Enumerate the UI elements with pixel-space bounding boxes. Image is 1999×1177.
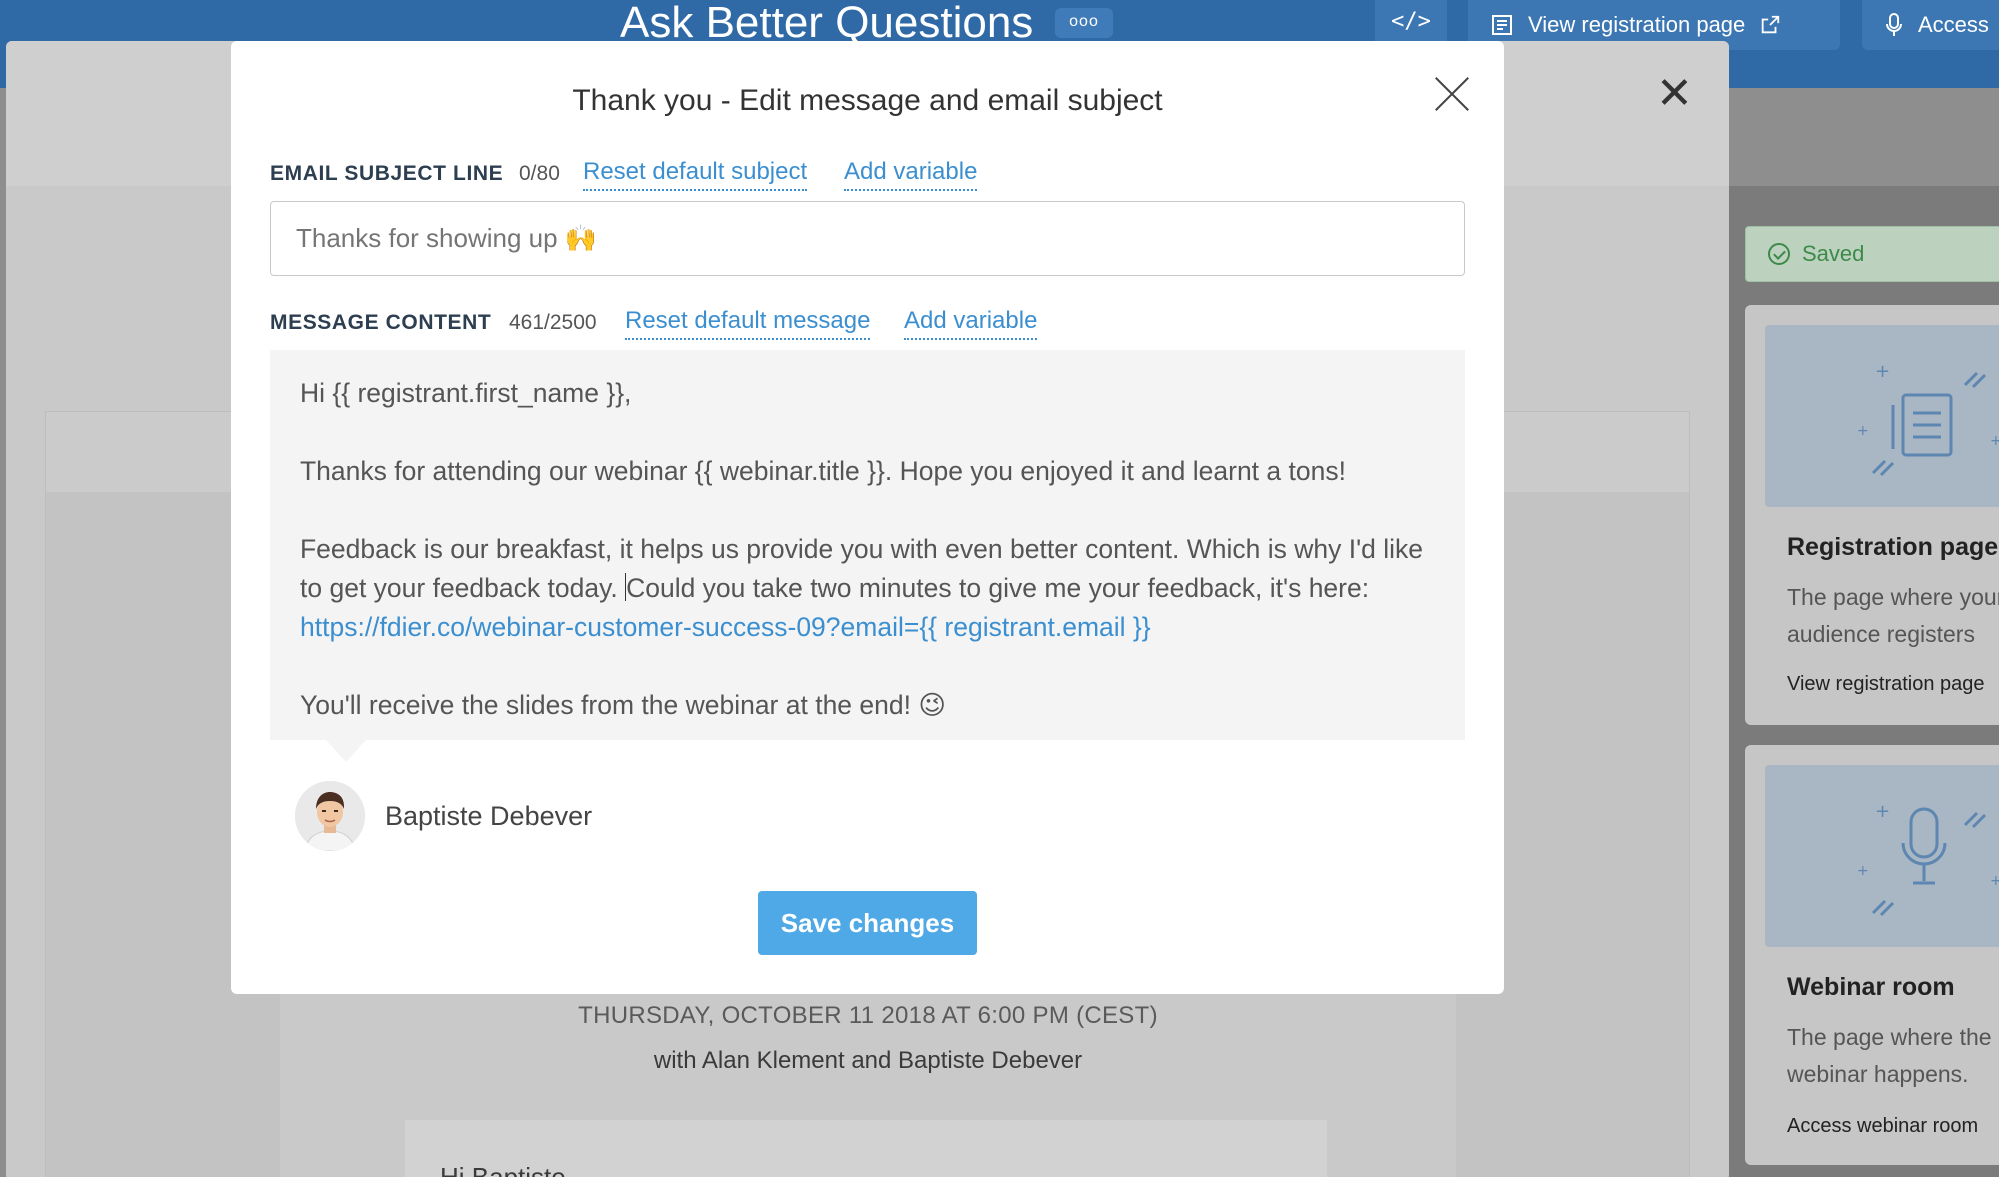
message-counter: 461/2500 bbox=[509, 311, 597, 334]
access-label: Access bbox=[1918, 12, 1989, 37]
more-options-button[interactable]: ooo bbox=[1055, 8, 1113, 38]
access-room-button[interactable]: Access bbox=[1862, 0, 1999, 50]
svg-text:+: + bbox=[1875, 361, 1890, 382]
registration-card-link[interactable]: View registration page bbox=[1787, 673, 1985, 696]
reset-message-link[interactable]: Reset default message bbox=[625, 307, 871, 340]
preview-greeting: Hi Baptiste bbox=[440, 1162, 566, 1177]
subject-label: EMAIL SUBJECT LINE bbox=[270, 162, 504, 185]
avatar bbox=[295, 781, 365, 851]
registration-card-description: The page where your audience registers bbox=[1787, 584, 1999, 647]
page-icon bbox=[1492, 15, 1512, 35]
notepad-icon: + + + bbox=[1857, 361, 1999, 477]
webinar-room-card-title: Webinar room bbox=[1787, 973, 1955, 1001]
svg-text:+: + bbox=[1857, 423, 1869, 439]
author-name: Baptiste Debever bbox=[385, 801, 593, 831]
svg-text:+: + bbox=[1990, 873, 1999, 889]
reset-subject-link[interactable]: Reset default subject bbox=[583, 158, 808, 191]
event-date: THURSDAY, OCTOBER 11 2018 AT 6:00 PM (CE… bbox=[578, 1002, 1158, 1029]
outer-close-icon[interactable]: ✕ bbox=[1656, 72, 1693, 116]
registration-page-card[interactable]: + + + Registration page The page where y… bbox=[1745, 305, 1999, 725]
message-line-slides: You'll receive the slides from the webin… bbox=[300, 690, 946, 720]
event-hosts: with Alan Klement and Baptiste Debever bbox=[653, 1047, 1083, 1074]
speech-bubble-tail bbox=[326, 740, 366, 762]
registration-illustration: + + + bbox=[1765, 325, 1999, 507]
webinar-room-illustration: + + + bbox=[1765, 765, 1999, 947]
saved-label: Saved bbox=[1802, 241, 1865, 266]
subject-add-variable-link[interactable]: Add variable bbox=[844, 158, 978, 191]
person-avatar-icon bbox=[295, 781, 365, 851]
microphone-icon bbox=[1886, 13, 1902, 36]
svg-text:+: + bbox=[1875, 801, 1890, 822]
message-editor[interactable]: Hi {{ registrant.first_name }}, Thanks f… bbox=[270, 350, 1465, 740]
webinar-room-card[interactable]: + + + Webinar room The page where the we… bbox=[1745, 745, 1999, 1165]
webinar-room-card-link[interactable]: Access webinar room bbox=[1787, 1115, 1978, 1138]
svg-text:+: + bbox=[1990, 433, 1999, 449]
feedback-link[interactable]: https://fdier.co/webinar-customer-succes… bbox=[300, 612, 1151, 642]
check-circle-icon bbox=[1768, 243, 1790, 265]
subject-input[interactable] bbox=[270, 201, 1465, 276]
message-label: MESSAGE CONTENT bbox=[270, 311, 492, 334]
message-line-thanks: Thanks for attending our webinar {{ webi… bbox=[300, 456, 1346, 486]
message-line-greeting: Hi {{ registrant.first_name }}, bbox=[300, 378, 632, 408]
save-changes-button[interactable]: Save changes bbox=[758, 891, 977, 955]
microphone-icon: + + + bbox=[1857, 801, 1999, 917]
svg-text:+: + bbox=[1857, 863, 1869, 879]
webinar-room-card-description: The page where the webinar happens. bbox=[1787, 1024, 1992, 1087]
close-icon[interactable] bbox=[1432, 75, 1472, 115]
saved-status-badge: Saved bbox=[1745, 226, 1999, 282]
registration-card-title: Registration page bbox=[1787, 533, 1999, 561]
edit-message-modal: Thank you - Edit message and email subje… bbox=[231, 41, 1504, 994]
app-title: Ask Better Questions bbox=[620, 0, 1034, 47]
message-feedback-text-2: Could you take two minutes to give me yo… bbox=[626, 573, 1370, 603]
external-link-icon bbox=[1762, 15, 1780, 34]
subject-counter: 0/80 bbox=[519, 162, 560, 185]
modal-title: Thank you - Edit message and email subje… bbox=[572, 84, 1163, 117]
message-paragraph-feedback: Feedback is our breakfast, it helps us p… bbox=[300, 530, 1435, 647]
message-add-variable-link[interactable]: Add variable bbox=[904, 307, 1038, 340]
